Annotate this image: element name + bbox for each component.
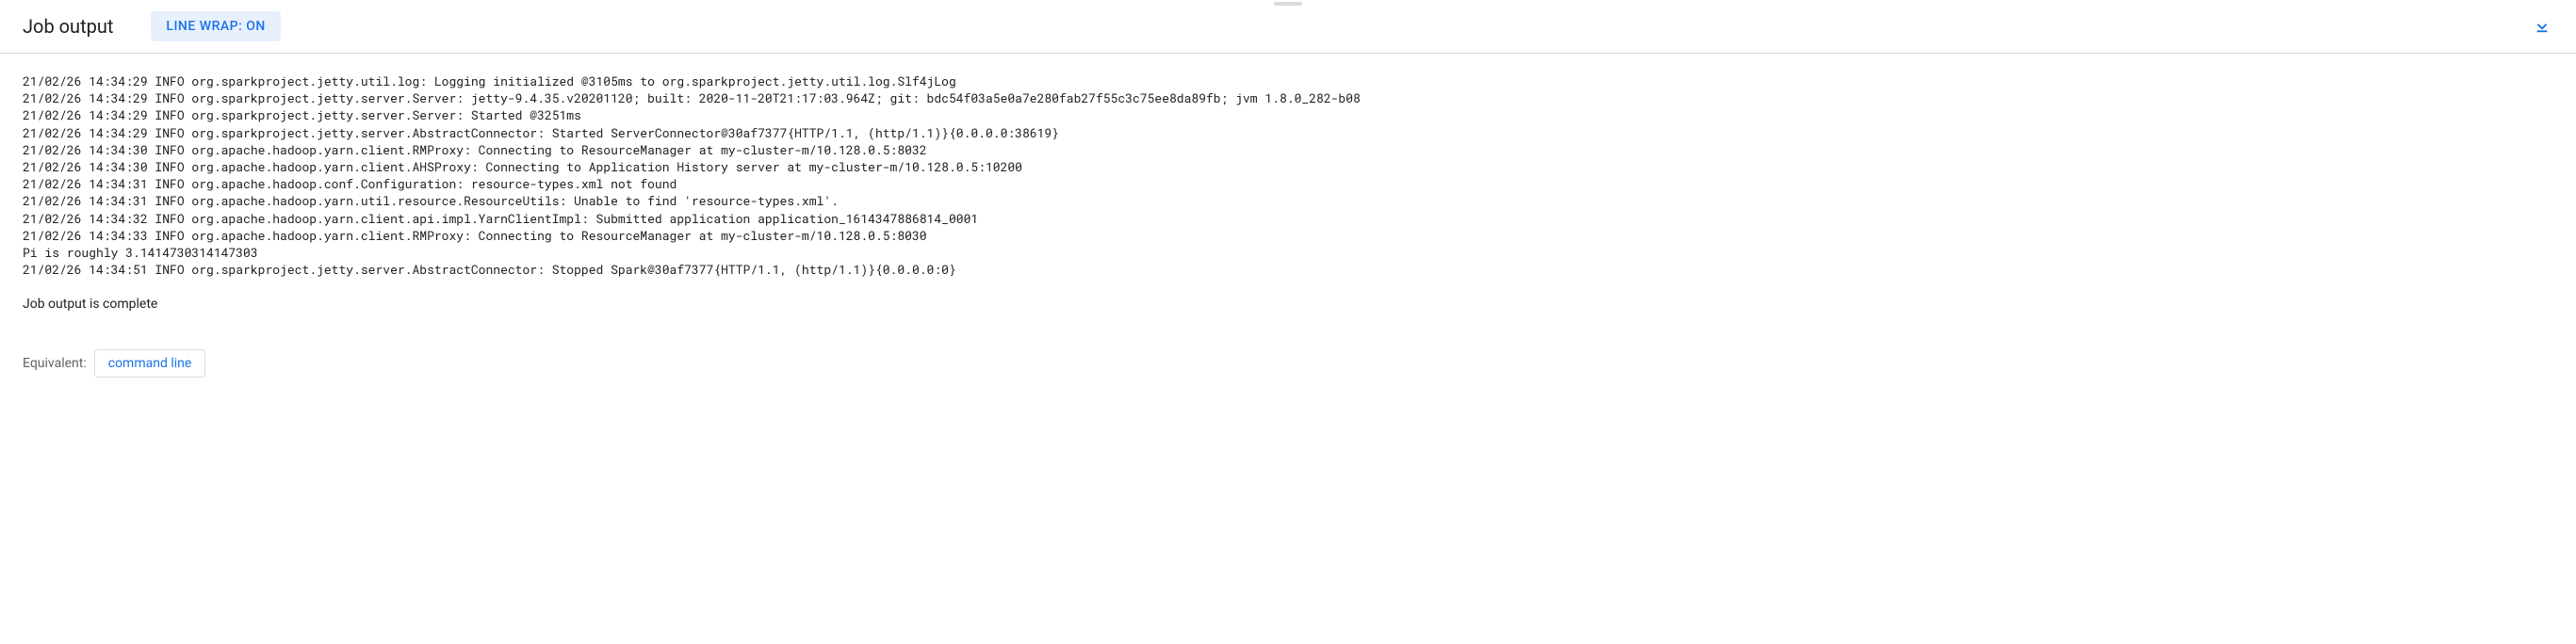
completion-message: Job output is complete: [0, 278, 2576, 330]
log-line: Pi is roughly 3.1414730314147303: [23, 244, 2553, 261]
log-line: 21/02/26 14:34:29 INFO org.sparkproject.…: [23, 106, 2553, 123]
section-title: Job output: [23, 15, 113, 38]
log-line: 21/02/26 14:34:31 INFO org.apache.hadoop…: [23, 192, 2553, 209]
log-line: 21/02/26 14:34:29 INFO org.sparkproject.…: [23, 124, 2553, 141]
command-line-button[interactable]: command line: [94, 349, 206, 378]
log-output-block: 21/02/26 14:34:29 INFO org.sparkproject.…: [0, 54, 2576, 278]
log-line: 21/02/26 14:34:31 INFO org.apache.hadoop…: [23, 175, 2553, 192]
equivalent-row: Equivalent: command line: [0, 330, 2576, 396]
equivalent-label: Equivalent:: [23, 356, 87, 371]
drag-handle-icon[interactable]: [1274, 2, 1302, 6]
log-line: 21/02/26 14:34:30 INFO org.apache.hadoop…: [23, 141, 2553, 158]
line-wrap-toggle-button[interactable]: LINE WRAP: ON: [151, 11, 280, 41]
log-line: 21/02/26 14:34:30 INFO org.apache.hadoop…: [23, 158, 2553, 175]
job-output-header: Job output LINE WRAP: ON: [0, 0, 2576, 54]
collapse-down-icon[interactable]: [2531, 15, 2553, 38]
log-line: 21/02/26 14:34:29 INFO org.sparkproject.…: [23, 72, 2553, 89]
log-line: 21/02/26 14:34:32 INFO org.apache.hadoop…: [23, 210, 2553, 227]
log-line: 21/02/26 14:34:33 INFO org.apache.hadoop…: [23, 227, 2553, 244]
log-line: 21/02/26 14:34:51 INFO org.sparkproject.…: [23, 261, 2553, 278]
log-line: 21/02/26 14:34:29 INFO org.sparkproject.…: [23, 89, 2553, 106]
